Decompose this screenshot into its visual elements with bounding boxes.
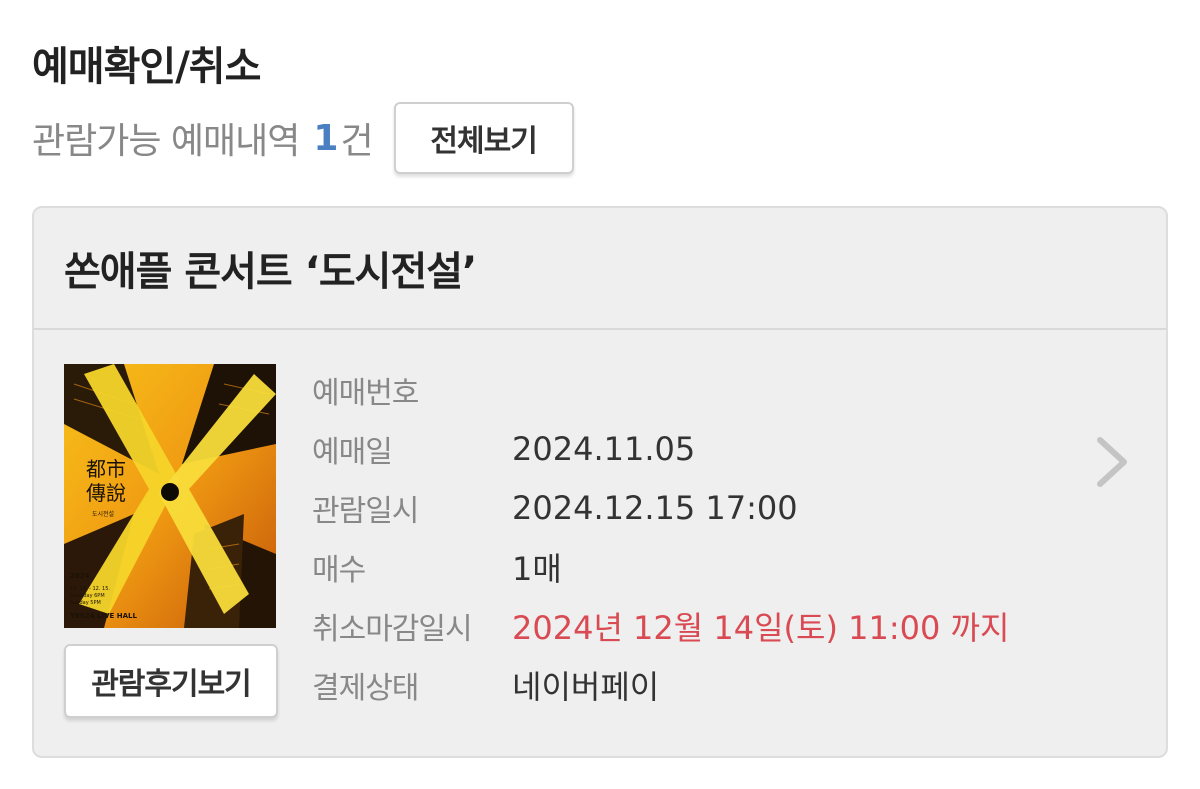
poster-title-line2: 傳說	[86, 481, 126, 505]
summary-text: 관람가능 예매내역	[32, 121, 300, 162]
chevron-right-icon[interactable]	[1092, 434, 1132, 490]
detail-row-booking-date: 예매일 2024.11.05	[312, 419, 1009, 478]
event-title: 쏜애플 콘서트 ‘도시전설’	[64, 249, 477, 295]
view-all-button[interactable]: 전체보기	[393, 102, 574, 174]
show-datetime-value: 2024.12.15 17:00	[512, 488, 798, 527]
detail-row-show-datetime: 관람일시 2024.12.15 17:00	[312, 478, 1009, 537]
detail-label: 예매번호	[312, 375, 419, 411]
poster-year: 2024	[70, 572, 90, 580]
cancel-deadline-value: 2024년 12월 14일(토) 11:00 까지	[512, 608, 1010, 647]
poster-dates: 12. 14. - 12. 15.	[70, 586, 110, 592]
poster-time-sun: Sunday 5PM	[70, 600, 101, 606]
booking-card[interactable]: 쏜애플 콘서트 ‘도시전설’ 都市 傳說 도시전설 2024 12. 14. -…	[32, 206, 1168, 758]
booking-details: 예매번호 예매일 2024.11.05 관람일시 2024.12.15 17:0…	[312, 360, 1009, 714]
detail-label: 매수	[312, 552, 366, 588]
poster-subtitle: 도시전설	[92, 510, 114, 518]
booking-count: 1	[313, 117, 339, 159]
detail-row-cancel-deadline: 취소마감일시 2024년 12월 14일(토) 11:00 까지	[312, 596, 1009, 655]
detail-label: 결제상태	[312, 670, 419, 706]
booking-date-value: 2024.11.05	[512, 429, 696, 468]
detail-label: 취소마감일시	[312, 611, 473, 647]
card-header: 쏜애플 콘서트 ‘도시전설’	[34, 208, 1166, 330]
card-body: 都市 傳說 도시전설 2024 12. 14. - 12. 15. Saturd…	[34, 330, 1166, 756]
detail-row-booking-number: 예매번호	[312, 360, 1009, 419]
poster-time-sat: Saturday 6PM	[70, 593, 105, 599]
detail-label: 예매일	[312, 434, 393, 470]
payment-status-value: 네이버페이	[512, 667, 660, 706]
detail-label: 관람일시	[312, 493, 419, 529]
view-reviews-button[interactable]: 관람후기보기	[64, 644, 278, 718]
detail-row-payment-status: 결제상태 네이버페이	[312, 655, 1009, 714]
concert-poster[interactable]: 都市 傳說 도시전설 2024 12. 14. - 12. 15. Saturd…	[64, 364, 276, 628]
detail-row-ticket-count: 매수 1매	[312, 537, 1009, 596]
page-title: 예매확인/취소	[32, 44, 261, 90]
booking-count-unit: 건	[340, 121, 374, 162]
poster-venue: YES24 LIVE HALL	[69, 612, 138, 620]
booking-summary: 관람가능 예매내역 1 건 전체보기	[32, 100, 574, 176]
ticket-count-value: 1매	[512, 549, 562, 588]
booking-check-page: 예매확인/취소 관람가능 예매내역 1 건 전체보기 쏜애플 콘서트 ‘도시전설…	[0, 0, 1200, 789]
poster-artwork: 都市 傳說 도시전설 2024 12. 14. - 12. 15. Saturd…	[64, 364, 276, 628]
poster-title-line1: 都市	[86, 457, 126, 481]
